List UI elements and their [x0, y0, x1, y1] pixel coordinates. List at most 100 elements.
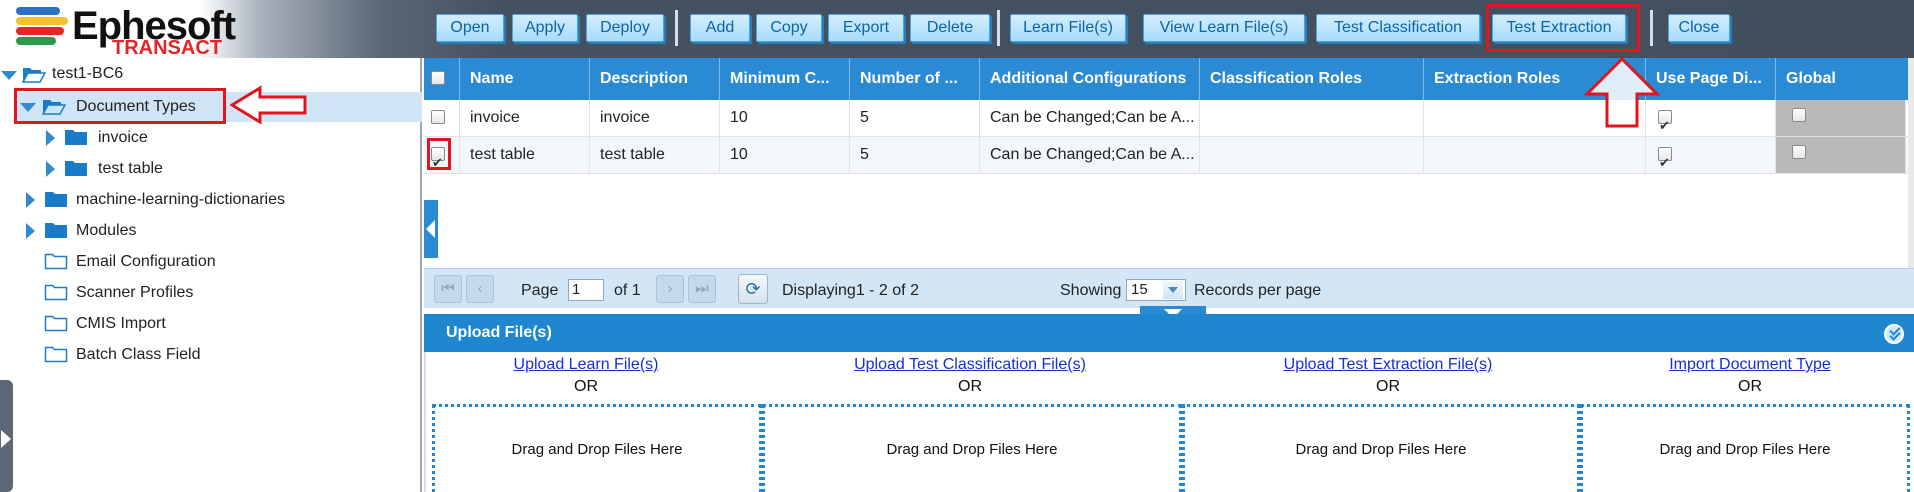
- drop-zone-learn[interactable]: Drag and Drop Files Here: [432, 404, 762, 492]
- column-header-global[interactable]: Global: [1776, 58, 1910, 100]
- cell-description[interactable]: invoice: [590, 100, 720, 136]
- cell-name[interactable]: invoice: [460, 100, 590, 136]
- tree-label-email-configuration: Email Configuration: [76, 253, 216, 270]
- import-document-type-link[interactable]: Import Document Type: [1669, 356, 1831, 374]
- page-number-input[interactable]: 1: [568, 279, 604, 301]
- column-header-description[interactable]: Description: [590, 58, 720, 100]
- records-per-page-value: 15: [1131, 281, 1148, 298]
- select-all-checkbox[interactable]: [431, 71, 445, 85]
- logo-subtitle: TRANSACT: [112, 37, 222, 59]
- refresh-icon[interactable]: ⟳: [738, 274, 768, 304]
- tree-node-invoice[interactable]: invoice: [0, 124, 400, 152]
- header-bar: Ephesoft TRANSACT Open Apply Deploy Add …: [0, 0, 1914, 59]
- tree-node-modules[interactable]: Modules: [0, 217, 400, 245]
- app-window: Ephesoft TRANSACT Open Apply Deploy Add …: [0, 0, 1914, 492]
- tree-label-modules: Modules: [76, 222, 137, 239]
- column-header-use-page-di[interactable]: Use Page Di...: [1646, 58, 1776, 100]
- cell-classification-roles[interactable]: [1200, 100, 1424, 136]
- drop-zone-text: Drag and Drop Files Here: [1295, 441, 1467, 458]
- column-header-name[interactable]: Name: [460, 58, 590, 100]
- last-page-icon[interactable]: ⏭: [688, 275, 716, 303]
- global-checkbox: [1792, 145, 1806, 159]
- drop-zone-classification[interactable]: Drag and Drop Files Here: [762, 404, 1182, 492]
- expand-right-icon[interactable]: [46, 161, 55, 177]
- prev-page-icon[interactable]: ‹: [466, 275, 494, 303]
- open-button[interactable]: Open: [436, 14, 504, 42]
- cell-number-of[interactable]: 5: [850, 100, 980, 136]
- use-page-di-checkbox[interactable]: [1658, 145, 1672, 173]
- deploy-button[interactable]: Deploy: [586, 14, 664, 42]
- column-header-number-of[interactable]: Number of ...: [850, 58, 980, 100]
- expand-down-icon[interactable]: [1, 71, 17, 80]
- learn-files-button[interactable]: Learn File(s): [1010, 14, 1126, 42]
- upload-learn-files-link[interactable]: Upload Learn File(s): [514, 356, 659, 374]
- tree-node-email-configuration[interactable]: Email Configuration: [0, 248, 400, 276]
- export-button[interactable]: Export: [828, 14, 904, 42]
- first-page-icon[interactable]: ⏮: [434, 275, 462, 303]
- cell-minimum-confidence[interactable]: 10: [720, 137, 850, 173]
- grid-collapse-tab[interactable]: [424, 200, 438, 258]
- tree-node-cmis-import[interactable]: CMIS Import: [0, 310, 400, 338]
- expand-right-icon[interactable]: [46, 130, 55, 146]
- cell-extraction-roles[interactable]: [1424, 137, 1646, 173]
- or-label: OR: [574, 378, 598, 395]
- column-header-minimum-confidence[interactable]: Minimum C...: [720, 58, 850, 100]
- tree-node-ml-dictionaries[interactable]: machine-learning-dictionaries: [0, 186, 400, 214]
- next-page-icon[interactable]: ›: [656, 275, 684, 303]
- cell-additional-configurations[interactable]: Can be Changed;Can be A...: [980, 100, 1200, 136]
- drop-zone-import[interactable]: Drag and Drop Files Here: [1580, 404, 1910, 492]
- folder-icon: [45, 223, 67, 238]
- table-row[interactable]: invoice invoice 10 5 Can be Changed;Can …: [424, 100, 1910, 137]
- column-header-classification-roles[interactable]: Classification Roles: [1200, 58, 1424, 100]
- records-per-page-select[interactable]: 15: [1126, 279, 1186, 301]
- or-label: OR: [1376, 378, 1400, 395]
- upload-files-header: Upload File(s): [424, 314, 1914, 352]
- tree-node-scanner-profiles[interactable]: Scanner Profiles: [0, 279, 400, 307]
- grid-scrollbar[interactable]: [1908, 58, 1914, 268]
- collapse-double-chevron-icon[interactable]: [1884, 324, 1904, 344]
- expand-right-icon[interactable]: [26, 223, 35, 239]
- test-extraction-button[interactable]: Test Extraction: [1492, 14, 1626, 42]
- toolbar-divider: [997, 10, 1000, 46]
- view-learn-files-button[interactable]: View Learn File(s): [1143, 14, 1305, 42]
- document-types-grid: Name Description Minimum C... Number of …: [424, 56, 1914, 268]
- cell-name[interactable]: test table: [460, 137, 590, 173]
- cell-number-of[interactable]: 5: [850, 137, 980, 173]
- folder-outline-icon: [44, 315, 68, 332]
- tree-node-root[interactable]: test1-BC6: [0, 60, 400, 88]
- column-header-additional-configurations[interactable]: Additional Configurations: [980, 58, 1200, 100]
- tree-label-ml-dictionaries: machine-learning-dictionaries: [76, 191, 285, 208]
- copy-button[interactable]: Copy: [756, 14, 822, 42]
- expand-down-icon[interactable]: [20, 103, 36, 112]
- row-checkbox[interactable]: [431, 110, 445, 124]
- upload-files-body: Upload Learn File(s) OR Upload Test Clas…: [424, 352, 1914, 492]
- drop-zone-text: Drag and Drop Files Here: [886, 441, 1058, 458]
- upload-test-extraction-link[interactable]: Upload Test Extraction File(s): [1284, 356, 1493, 374]
- drop-zone-extraction[interactable]: Drag and Drop Files Here: [1182, 404, 1580, 492]
- tree-label-document-types: Document Types: [76, 98, 196, 115]
- grid-header: Name Description Minimum C... Number of …: [424, 58, 1910, 100]
- use-page-di-checkbox[interactable]: [1658, 108, 1672, 136]
- tree-node-document-types[interactable]: Document Types: [0, 93, 400, 121]
- row-checkbox[interactable]: [431, 145, 445, 173]
- upload-test-classification-link[interactable]: Upload Test Classification File(s): [854, 356, 1086, 374]
- expand-right-icon[interactable]: [26, 192, 35, 208]
- tree-node-test-table[interactable]: test table: [0, 155, 400, 183]
- tree-label-invoice: invoice: [98, 129, 148, 146]
- add-button[interactable]: Add: [690, 14, 750, 42]
- test-classification-button[interactable]: Test Classification: [1316, 14, 1480, 42]
- delete-button[interactable]: Delete: [910, 14, 990, 42]
- cell-description[interactable]: test table: [590, 137, 720, 173]
- cell-classification-roles[interactable]: [1200, 137, 1424, 173]
- close-button[interactable]: Close: [1668, 14, 1730, 42]
- chevron-down-icon: [1163, 281, 1183, 299]
- red-arrow-up-icon: [1584, 56, 1660, 128]
- showing-label: Showing: [1060, 282, 1122, 299]
- cell-minimum-confidence[interactable]: 10: [720, 100, 850, 136]
- batch-class-tree: test1-BC6 Document Types invoice test ta…: [0, 58, 422, 492]
- apply-button[interactable]: Apply: [512, 14, 578, 42]
- cell-additional-configurations[interactable]: Can be Changed;Can be A...: [980, 137, 1200, 173]
- tree-node-batch-class-field[interactable]: Batch Class Field: [0, 341, 400, 369]
- or-label: OR: [958, 378, 982, 395]
- table-row[interactable]: test table test table 10 5 Can be Change…: [424, 137, 1910, 174]
